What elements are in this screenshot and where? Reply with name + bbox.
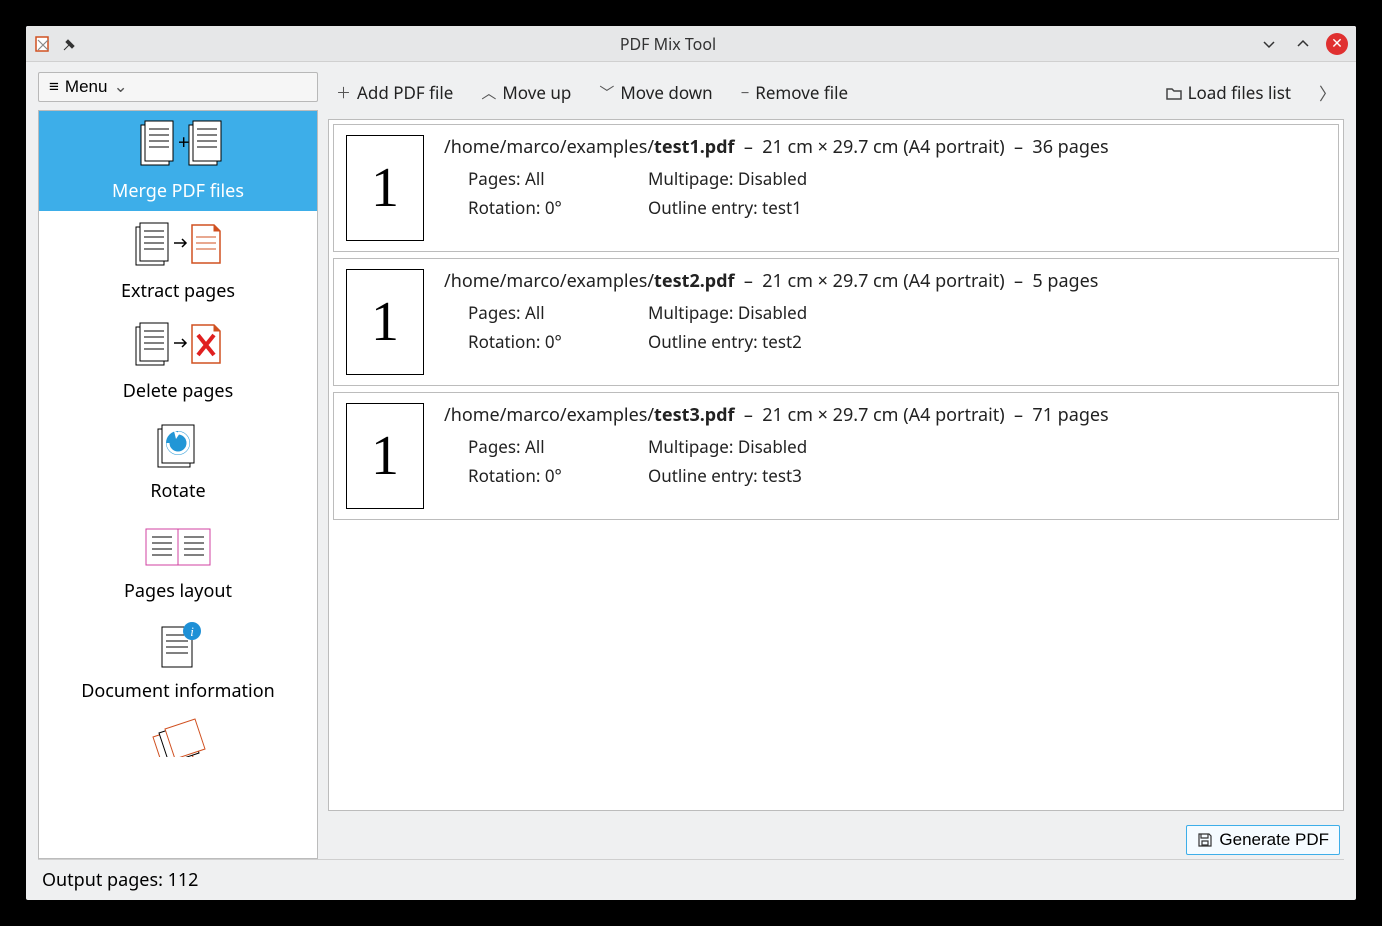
merge-icon: + xyxy=(133,117,223,175)
sidebar-item-label: Extract pages xyxy=(121,279,235,303)
sidebar-item-label: Rotate xyxy=(150,479,205,503)
operation-sidebar[interactable]: + Merge PDF files xyxy=(38,110,318,859)
svg-text:i: i xyxy=(190,624,194,639)
page-thumbnail: 1 xyxy=(346,135,424,241)
load-files-list-button[interactable]: Load files list xyxy=(1162,79,1295,106)
minus-icon: − xyxy=(741,83,750,103)
rotation-setting: Rotation: 0° xyxy=(468,194,608,223)
output-pages-label: Output pages: 112 xyxy=(42,868,198,892)
extract-icon xyxy=(128,217,228,275)
rotation-setting: Rotation: 0° xyxy=(468,328,608,357)
sidebar-item-label: Merge PDF files xyxy=(112,179,244,203)
remove-file-button[interactable]: −Remove file xyxy=(737,79,852,106)
sidebar-item-label: Delete pages xyxy=(123,379,233,403)
titlebar[interactable]: PDF Mix Tool ✕ xyxy=(26,26,1356,62)
sidebar-item-delete[interactable]: Delete pages xyxy=(39,311,317,411)
page-thumbnail: 1 xyxy=(346,403,424,509)
chevron-up-icon: ︿ xyxy=(481,82,496,103)
file-path: /home/marco/examples/test3.pdf – 21 cm ×… xyxy=(444,403,1326,427)
file-info: /home/marco/examples/test1.pdf – 21 cm ×… xyxy=(444,135,1326,223)
sidebar-item-label: Pages layout xyxy=(124,579,232,603)
sidebar-item-extract[interactable]: Extract pages xyxy=(39,211,317,311)
file-path: /home/marco/examples/test2.pdf – 21 cm ×… xyxy=(444,269,1326,293)
stack-icon xyxy=(143,717,213,757)
chevron-down-icon: ﹀ xyxy=(599,82,614,103)
rotate-icon xyxy=(148,417,208,475)
toolbar-overflow-button[interactable]: 〉 xyxy=(1315,78,1340,107)
svg-text:+: + xyxy=(178,128,189,155)
pin-icon[interactable] xyxy=(62,36,78,52)
multipage-setting: Multipage: Disabled xyxy=(648,165,807,194)
hamburger-icon: ≡ xyxy=(49,77,59,97)
chevron-right-icon: 〉 xyxy=(1319,80,1336,105)
multipage-setting: Multipage: Disabled xyxy=(648,433,807,462)
file-row[interactable]: 1 /home/marco/examples/test3.pdf – 21 cm… xyxy=(333,392,1339,520)
move-down-button[interactable]: ﹀Move down xyxy=(595,79,716,106)
sidebar-item-rotate[interactable]: Rotate xyxy=(39,411,317,511)
layout-icon xyxy=(138,517,218,575)
save-icon xyxy=(1197,832,1213,848)
outline-entry: Outline entry: test2 xyxy=(648,328,802,357)
file-list[interactable]: 1 /home/marco/examples/test1.pdf – 21 cm… xyxy=(328,119,1344,811)
file-row[interactable]: 1 /home/marco/examples/test1.pdf – 21 cm… xyxy=(333,124,1339,252)
chevron-down-icon: ⌄ xyxy=(113,77,127,97)
menu-button-label: Menu xyxy=(65,77,108,97)
pages-selection: Pages: All xyxy=(468,299,608,328)
close-button[interactable]: ✕ xyxy=(1326,33,1348,55)
sidebar-item-more[interactable] xyxy=(39,711,317,757)
app-icon xyxy=(34,35,52,53)
status-bar: Output pages: 112 xyxy=(38,859,1344,894)
generate-pdf-button[interactable]: Generate PDF xyxy=(1186,825,1340,855)
minimize-button[interactable] xyxy=(1258,33,1280,55)
add-file-button[interactable]: ＋Add PDF file xyxy=(332,79,457,106)
file-info: /home/marco/examples/test2.pdf – 21 cm ×… xyxy=(444,269,1326,357)
file-info: /home/marco/examples/test3.pdf – 21 cm ×… xyxy=(444,403,1326,491)
pages-selection: Pages: All xyxy=(468,433,608,462)
file-row[interactable]: 1 /home/marco/examples/test2.pdf – 21 cm… xyxy=(333,258,1339,386)
sidebar-item-merge[interactable]: + Merge PDF files xyxy=(39,111,317,211)
plus-icon: ＋ xyxy=(336,82,351,103)
folder-icon xyxy=(1166,86,1182,100)
maximize-button[interactable] xyxy=(1292,33,1314,55)
pages-selection: Pages: All xyxy=(468,165,608,194)
menu-button[interactable]: ≡ Menu ⌄ xyxy=(38,72,318,102)
page-thumbnail: 1 xyxy=(346,269,424,375)
sidebar-item-docinfo[interactable]: i Document information xyxy=(39,611,317,711)
sidebar-item-layout[interactable]: Pages layout xyxy=(39,511,317,611)
app-window: PDF Mix Tool ✕ ≡ Menu ⌄ xyxy=(26,26,1356,900)
file-path: /home/marco/examples/test1.pdf – 21 cm ×… xyxy=(444,135,1326,159)
move-up-button[interactable]: ︿Move up xyxy=(477,79,575,106)
generate-pdf-label: Generate PDF xyxy=(1219,830,1329,850)
sidebar-item-label: Document information xyxy=(81,679,274,703)
docinfo-icon: i xyxy=(148,617,208,675)
outline-entry: Outline entry: test1 xyxy=(648,194,802,223)
outline-entry: Outline entry: test3 xyxy=(648,462,802,491)
file-toolbar: ＋Add PDF file ︿Move up ﹀Move down −Remov… xyxy=(328,72,1344,113)
window-title: PDF Mix Tool xyxy=(78,33,1258,55)
rotation-setting: Rotation: 0° xyxy=(468,462,608,491)
multipage-setting: Multipage: Disabled xyxy=(648,299,807,328)
delete-icon xyxy=(128,317,228,375)
